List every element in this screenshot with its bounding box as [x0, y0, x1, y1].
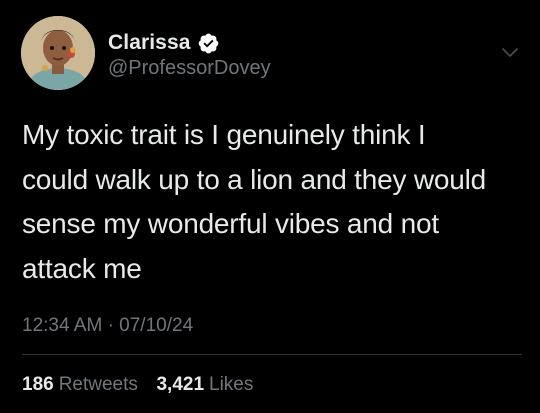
tweet-date: 07/10/24 — [119, 315, 194, 336]
likes-stat[interactable]: 3,421 Likes — [156, 374, 253, 395]
avatar[interactable] — [21, 16, 95, 90]
likes-label: Likes — [209, 374, 254, 395]
timestamp-row[interactable]: 12:34 AM · 07/10/24 — [22, 315, 193, 337]
divider — [22, 354, 522, 355]
likes-count: 3,421 — [156, 374, 205, 395]
tweet-card: Clarissa @ProfessorDovey My toxic trait … — [0, 0, 540, 413]
retweets-stat[interactable]: 186 Retweets — [22, 374, 143, 395]
verified-badge-icon — [197, 32, 220, 55]
display-name[interactable]: Clarissa — [108, 31, 191, 55]
retweets-label: Retweets — [58, 374, 138, 395]
engagement-stats: 186 Retweets 3,421 Likes — [22, 374, 253, 396]
author-handle[interactable]: @ProfessorDovey — [108, 57, 271, 80]
avatar-image — [21, 16, 95, 90]
tweet-time: 12:34 AM — [22, 315, 103, 336]
author-name-row[interactable]: Clarissa — [108, 30, 220, 56]
tweet-text: My toxic trait is I genuinely think I co… — [22, 119, 487, 284]
chevron-down-icon[interactable] — [500, 46, 520, 60]
retweets-count: 186 — [22, 374, 54, 395]
timestamp-separator: · — [107, 315, 120, 336]
